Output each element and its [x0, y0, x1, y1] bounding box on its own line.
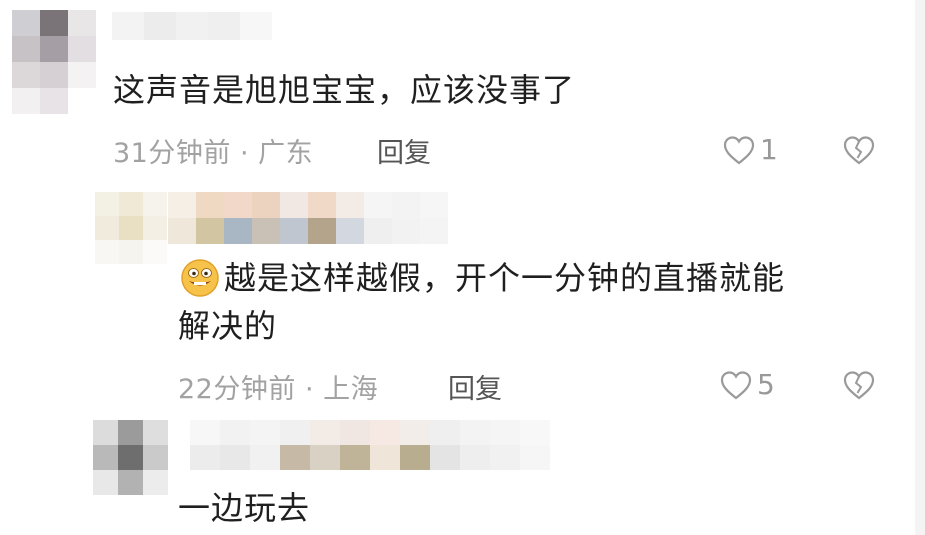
like-count: 1 — [760, 133, 778, 166]
separator: · — [304, 374, 315, 405]
like-button[interactable] — [722, 134, 756, 166]
reply-button[interactable]: 回复 — [377, 131, 431, 170]
avatar[interactable] — [95, 192, 167, 264]
comment-text: 一边玩去 — [178, 489, 311, 527]
scroll-edge — [915, 0, 925, 535]
grinning-emoji-icon — [180, 258, 220, 298]
broken-heart-icon — [843, 371, 875, 400]
separator: · — [239, 138, 250, 169]
comment-meta: 22分钟前 · 上海 — [178, 367, 378, 406]
broken-heart-icon — [843, 136, 875, 165]
comment-text-line-2: 解决的 — [178, 307, 278, 345]
avatar[interactable] — [12, 10, 96, 114]
avatar[interactable] — [93, 420, 169, 496]
location: 上海 — [323, 374, 379, 405]
dislike-button[interactable] — [842, 134, 876, 166]
timestamp: 31分钟前 — [113, 138, 231, 169]
reply-button[interactable]: 回复 — [448, 367, 502, 406]
timestamp: 22分钟前 — [178, 374, 296, 405]
comment-text-line-1: 越是这样越假，开个一分钟的直播就能 — [224, 259, 786, 297]
heart-outline-icon — [723, 136, 755, 165]
like-count: 5 — [757, 368, 775, 401]
like-button[interactable] — [719, 369, 753, 401]
username-blurred[interactable] — [190, 420, 550, 470]
location: 广东 — [258, 138, 314, 169]
comment-meta: 31分钟前 · 广东 — [113, 131, 313, 170]
heart-outline-icon — [720, 371, 752, 400]
username-blurred[interactable] — [112, 12, 272, 40]
comment-text: 这声音是旭旭宝宝，应该没事了 — [113, 71, 576, 109]
username-blurred[interactable] — [168, 192, 448, 244]
dislike-button[interactable] — [842, 369, 876, 401]
